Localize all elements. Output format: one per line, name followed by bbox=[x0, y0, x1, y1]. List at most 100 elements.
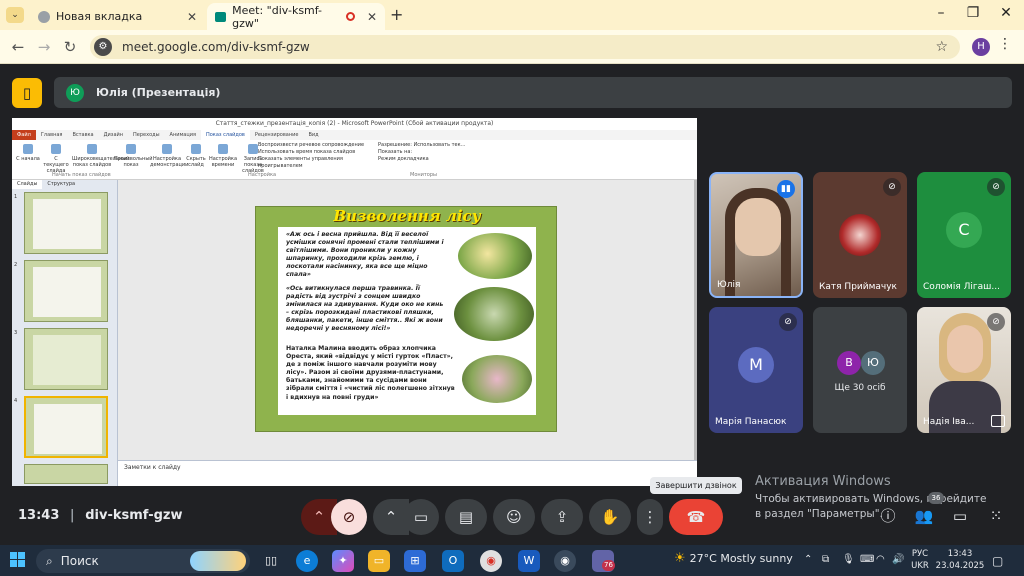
ppt-ribbon-group-label: Настройка bbox=[248, 172, 277, 178]
restore-icon[interactable]: ❐ bbox=[958, 5, 988, 25]
present-button[interactable]: ⇪ bbox=[541, 499, 583, 535]
address-bar[interactable]: ⚙ meet.google.com/div-ksmf-gzw ☆ bbox=[90, 35, 960, 59]
more-options-button[interactable]: ⋮ bbox=[637, 499, 663, 535]
language-indicator[interactable]: РУС UKR bbox=[906, 548, 934, 572]
chrome-icon[interactable]: ◉ bbox=[480, 550, 502, 572]
custom-show-icon bbox=[126, 144, 136, 154]
profile-avatar[interactable]: H bbox=[972, 38, 990, 56]
meeting-details-icon[interactable]: ⓘ bbox=[878, 506, 898, 526]
mic-off-icon: ⊘ bbox=[779, 313, 797, 331]
tab-label: Meet: "div-ksmf-gzw" bbox=[232, 3, 323, 30]
edge-icon[interactable]: e bbox=[296, 550, 318, 572]
participant-tile[interactable]: М ⊘ Марія Панасюк bbox=[709, 307, 803, 433]
participant-tile[interactable]: ▮▮ Юлія bbox=[709, 172, 803, 298]
presenter-avatar: Ю bbox=[66, 83, 84, 102]
teams-icon[interactable]: 76 bbox=[592, 550, 615, 572]
reload-icon[interactable]: ↻ bbox=[60, 37, 80, 57]
raise-hand-button[interactable]: ✋ bbox=[589, 499, 631, 535]
slide-thumbnail bbox=[24, 260, 108, 322]
store-icon[interactable]: ⊞ bbox=[404, 550, 426, 572]
participant-tile[interactable]: ⊘ Катя Приймачук bbox=[813, 172, 907, 298]
people-icon[interactable]: 👥 bbox=[914, 506, 934, 526]
ppt-ribbon-group-label: Мониторы bbox=[410, 172, 437, 178]
forward-icon[interactable]: → bbox=[34, 37, 54, 57]
captions-button[interactable]: ▤ bbox=[445, 499, 487, 535]
recording-icon bbox=[346, 12, 355, 21]
bookmark-star-icon[interactable]: ☆ bbox=[935, 39, 948, 55]
close-window-icon[interactable]: ✕ bbox=[991, 5, 1021, 25]
wifi-icon[interactable]: ◠ bbox=[876, 554, 885, 565]
network-icon[interactable]: ⌨ bbox=[860, 554, 874, 565]
sun-icon: ☀ bbox=[674, 551, 686, 566]
copilot-icon[interactable]: ✦ bbox=[332, 550, 354, 572]
ppt-ribbon-group-label: Начать показ слайдов bbox=[52, 172, 111, 178]
ppt-ribbon-item: Настройка демонстрации bbox=[150, 144, 188, 168]
kids-photo bbox=[462, 355, 532, 403]
notifications-icon[interactable]: ▢ bbox=[992, 554, 1003, 568]
tray-chevron-icon[interactable]: ⌃ bbox=[804, 554, 812, 565]
reactions-button[interactable]: ☺ bbox=[493, 499, 535, 535]
windows-start-icon[interactable] bbox=[10, 552, 26, 568]
slide-thumbnail bbox=[24, 328, 108, 390]
microphone-icon[interactable]: 🎙 bbox=[842, 554, 855, 565]
ppt-tab: Главная bbox=[40, 132, 63, 138]
close-tab-icon[interactable]: ✕ bbox=[367, 10, 377, 24]
people-count-badge: 36 bbox=[928, 492, 944, 504]
mic-off-button[interactable]: ⊘ bbox=[331, 499, 367, 535]
more-participants-label: Ще 30 осіб bbox=[834, 383, 886, 393]
activities-icon[interactable]: ⁙ bbox=[986, 506, 1006, 526]
hand-icon: ✋ bbox=[600, 508, 620, 526]
participant-tile[interactable]: С ⊘ Соломія Лігаш... bbox=[917, 172, 1011, 298]
file-explorer-icon[interactable]: ▭ bbox=[368, 550, 390, 572]
setup-icon bbox=[162, 144, 172, 154]
meeting-time-and-code: 13:43 | div-ksmf-gzw bbox=[18, 508, 183, 523]
pip-icon[interactable] bbox=[991, 415, 1005, 427]
end-call-tooltip: Завершити дзвінок bbox=[650, 477, 742, 494]
volume-icon[interactable]: 🔊 bbox=[892, 554, 904, 565]
chat-icon[interactable]: ▭ bbox=[950, 506, 970, 526]
meeting-code: div-ksmf-gzw bbox=[85, 508, 183, 523]
litter-photo bbox=[454, 287, 534, 341]
url-text: meet.google.com/div-ksmf-gzw bbox=[122, 40, 310, 54]
hang-up-icon: ☎ bbox=[686, 508, 706, 526]
present-screen-icon: ⇪ bbox=[555, 508, 569, 526]
outlook-icon[interactable]: O bbox=[442, 550, 464, 572]
end-call-button[interactable]: ☎ bbox=[669, 499, 723, 535]
ppt-tab-file: Файл bbox=[12, 130, 36, 140]
tab-new-tab[interactable]: Новая вкладка ✕ bbox=[30, 3, 205, 30]
close-tab-icon[interactable]: ✕ bbox=[187, 10, 197, 24]
tab-search-icon[interactable]: ⌄ bbox=[6, 7, 24, 23]
taskbar-search[interactable]: ⌕ Поиск bbox=[36, 549, 250, 573]
ppt-ribbon: С начала С текущего слайда Широковещател… bbox=[12, 140, 697, 180]
participant-avatar: М bbox=[738, 347, 774, 383]
participant-name: Катя Приймачук bbox=[819, 282, 897, 292]
ppt-tab: Переходы bbox=[133, 132, 160, 138]
mic-off-icon: ⊘ bbox=[987, 313, 1005, 331]
search-highlight-image bbox=[190, 551, 246, 571]
task-view-icon[interactable]: ▯▯ bbox=[260, 550, 282, 572]
minimize-icon[interactable]: – bbox=[926, 5, 956, 25]
new-tab-button[interactable]: + bbox=[390, 5, 403, 24]
system-clock[interactable]: 13:43 23.04.2025 bbox=[934, 548, 986, 572]
chrome-active-icon[interactable]: ◉ bbox=[554, 550, 576, 572]
weather-widget[interactable]: ☀ 27°C Mostly sunny bbox=[674, 551, 793, 566]
participant-name: Юлія bbox=[717, 280, 741, 290]
ppt-notes: Заметки к слайду bbox=[118, 460, 697, 486]
meeting-info-icon[interactable]: ▯ bbox=[12, 78, 42, 108]
participant-name: Надія Іва... bbox=[923, 417, 975, 427]
camera-button[interactable]: ▭ bbox=[403, 499, 439, 535]
slide-paragraph-3: Наталка Малина вводить образ хлопчика Ор… bbox=[286, 345, 455, 401]
ppt-ribbon-item: Произвольный показ bbox=[114, 144, 153, 168]
emoji-icon: ☺ bbox=[506, 508, 522, 526]
word-icon[interactable]: W bbox=[518, 550, 540, 572]
tray-app-icon[interactable]: ⧉ bbox=[822, 554, 829, 565]
back-icon[interactable]: ← bbox=[8, 37, 28, 57]
site-info-icon[interactable]: ⚙ bbox=[94, 38, 112, 56]
slide-paragraph-2: «Ось витикнулася перша травинка. Її раді… bbox=[286, 285, 444, 333]
browser-menu-icon[interactable]: ⋮ bbox=[998, 36, 1012, 58]
meet-icon bbox=[215, 11, 227, 22]
tab-meet[interactable]: Meet: "div-ksmf-gzw" ✕ bbox=[207, 3, 385, 30]
more-participants-tile[interactable]: В Ю Ще 30 осіб bbox=[813, 307, 907, 433]
participant-tile[interactable]: ⊘ Надія Іва... bbox=[917, 307, 1011, 433]
ppt-panel-tabs: Слайды Структура bbox=[12, 180, 118, 189]
